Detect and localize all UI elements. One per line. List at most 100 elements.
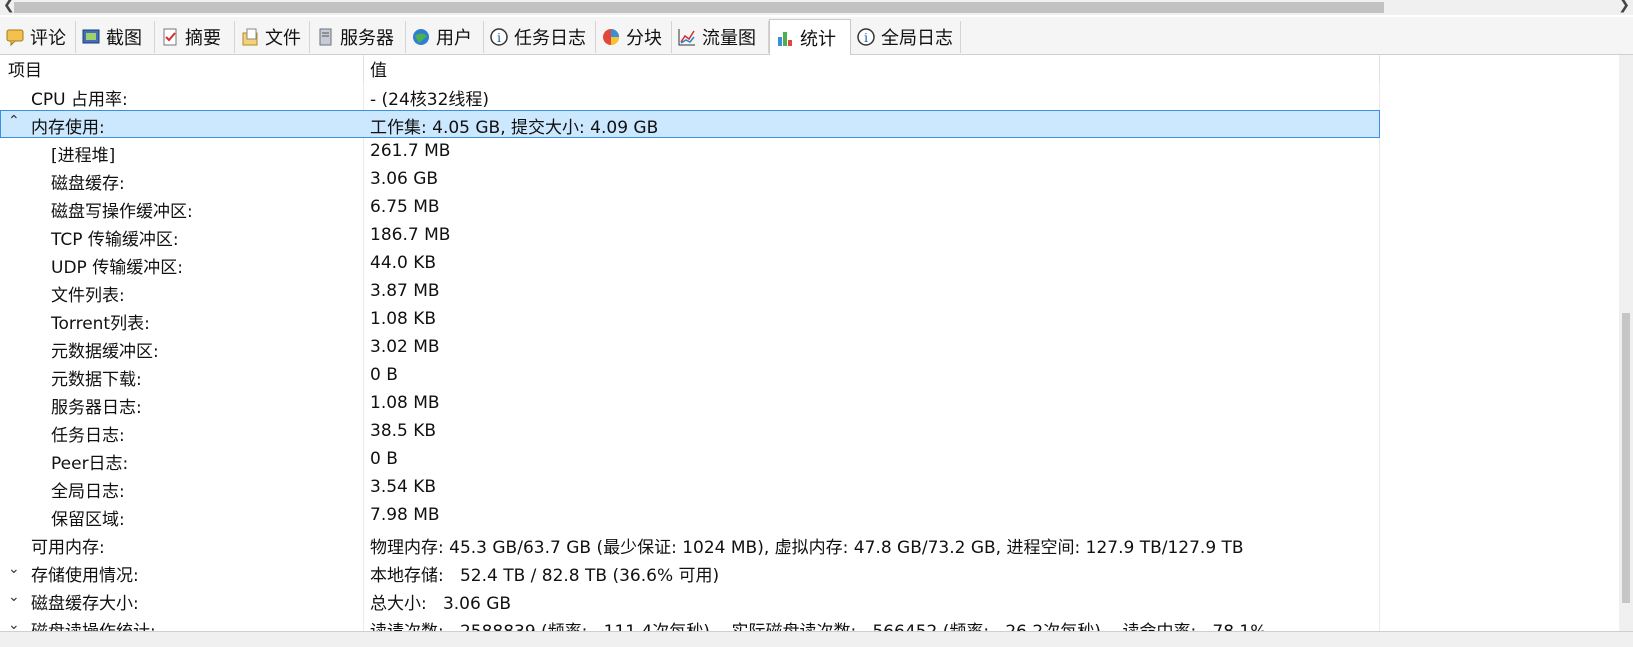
- list-item-storage[interactable]: ⌄ 存储使用情况: 本地存储: 52.4 TB / 82.8 TB (36.6%…: [0, 558, 1380, 586]
- list-item-disk-cache-size[interactable]: ⌄ 磁盘缓存大小: 总大小: 3.06 GB: [0, 586, 1380, 614]
- column-header-label: 值: [370, 61, 387, 81]
- item-key: 可用内存:: [31, 538, 105, 558]
- item-value: 工作集: 4.05 GB, 提交大小: 4.09 GB: [370, 118, 659, 138]
- item-key: 保留区域:: [51, 510, 125, 530]
- stats-icon: [774, 27, 796, 49]
- list-item[interactable]: Peer日志: 0 B: [0, 446, 1380, 474]
- tab-label: 任务日志: [514, 28, 586, 49]
- tab-comments[interactable]: 评论: [0, 21, 76, 53]
- item-value: 6.75 MB: [370, 197, 440, 217]
- list-item[interactable]: [进程堆] 261.7 MB: [0, 138, 1380, 166]
- summary-icon: [159, 26, 181, 48]
- tab-files[interactable]: 文件: [235, 21, 310, 53]
- list-item[interactable]: 保留区域: 7.98 MB: [0, 502, 1380, 530]
- list-item[interactable]: UDP 传输缓冲区: 44.0 KB: [0, 250, 1380, 278]
- tab-label: 评论: [30, 28, 66, 49]
- list-item[interactable]: 磁盘缓存: 3.06 GB: [0, 166, 1380, 194]
- list-item[interactable]: 元数据下载: 0 B: [0, 362, 1380, 390]
- info-icon: i: [855, 26, 877, 48]
- item-key: 服务器日志:: [51, 398, 142, 418]
- item-value: 38.5 KB: [370, 421, 437, 441]
- svg-text:i: i: [497, 31, 501, 45]
- scroll-left-icon[interactable]: ❮: [3, 0, 15, 13]
- tab-global-log[interactable]: i 全局日志: [851, 21, 961, 53]
- statistics-list[interactable]: 项目 值 CPU 占用率: - (24核32线程) ⌃ 内存使用: 工作集: 4…: [0, 55, 1633, 631]
- comment-icon: [4, 26, 26, 48]
- tab-label: 流量图: [702, 28, 756, 49]
- horizontal-scroll-thumb[interactable]: [14, 2, 1384, 13]
- item-key: 磁盘读操作统计:: [31, 617, 156, 631]
- server-icon: [314, 26, 336, 48]
- list-item[interactable]: 服务器日志: 1.08 MB: [0, 390, 1380, 418]
- tab-servers[interactable]: 服务器: [310, 21, 406, 53]
- item-value: 本地存储: 52.4 TB / 82.8 TB (36.6% 可用): [370, 566, 720, 586]
- column-header-item[interactable]: 项目: [0, 55, 364, 82]
- item-key: 内存使用:: [31, 118, 105, 138]
- pie-icon: [600, 26, 622, 48]
- item-key: TCP 传输缓冲区:: [51, 230, 179, 250]
- tab-summary[interactable]: 摘要: [155, 21, 235, 53]
- tab-bar: 评论 截图 摘要 文件 服务器 用户 i 任务日志 分块 流量图 统计 i 全局…: [0, 17, 1633, 55]
- item-value: 7.98 MB: [370, 505, 440, 525]
- item-key: Torrent列表:: [51, 314, 150, 334]
- item-key: 磁盘写操作缓冲区:: [51, 202, 193, 222]
- item-key: 磁盘缓存:: [51, 174, 125, 194]
- list-item[interactable]: 文件列表: 3.87 MB: [0, 278, 1380, 306]
- column-header-value[interactable]: 值: [364, 55, 1380, 82]
- item-value: 物理内存: 45.3 GB/63.7 GB (最少保证: 1024 MB), 虚…: [370, 538, 1244, 558]
- tab-statistics[interactable]: 统计: [769, 19, 851, 55]
- chart-icon: [676, 26, 698, 48]
- item-key: 全局日志:: [51, 482, 125, 502]
- vertical-scrollbar[interactable]: [1619, 55, 1633, 631]
- list-item[interactable]: 磁盘写操作缓冲区: 6.75 MB: [0, 194, 1380, 222]
- list-item-disk-read-stats[interactable]: ⌄ 磁盘读操作统计: 读请次数: 2588839 (频率: 111.4次每秒),…: [0, 614, 1380, 631]
- list-item[interactable]: 任务日志: 38.5 KB: [0, 418, 1380, 446]
- list-item[interactable]: Torrent列表: 1.08 KB: [0, 306, 1380, 334]
- item-value: 总大小: 3.06 GB: [370, 594, 512, 614]
- item-key: CPU 占用率:: [31, 90, 128, 110]
- tab-label: 统计: [800, 28, 836, 50]
- vertical-scroll-thumb[interactable]: [1622, 313, 1630, 603]
- tab-users[interactable]: 用户: [406, 21, 484, 53]
- scroll-right-icon[interactable]: ❯: [1618, 0, 1630, 13]
- tab-speed-graph[interactable]: 流量图: [672, 21, 769, 53]
- tab-label: 截图: [106, 28, 142, 49]
- list-item-memory[interactable]: ⌃ 内存使用: 工作集: 4.05 GB, 提交大小: 4.09 GB: [0, 110, 1380, 138]
- column-header-label: 项目: [8, 61, 42, 81]
- status-bar: [0, 631, 1633, 647]
- tab-task-log[interactable]: i 任务日志: [484, 21, 596, 53]
- expand-chevron-icon[interactable]: ⌄: [8, 617, 24, 631]
- item-value: 261.7 MB: [370, 141, 451, 161]
- horizontal-scrollbar[interactable]: ❮ ❯: [0, 0, 1633, 15]
- item-key: 存储使用情况:: [31, 566, 139, 586]
- tab-pieces[interactable]: 分块: [596, 21, 672, 53]
- tab-label: 分块: [626, 28, 662, 49]
- collapse-chevron-icon[interactable]: ⌃: [8, 113, 24, 129]
- item-value: 读请次数: 2588839 (频率: 111.4次每秒), 实际磁盘读次数: 5…: [370, 617, 1266, 631]
- list-item-available-memory[interactable]: 可用内存: 物理内存: 45.3 GB/63.7 GB (最少保证: 1024 …: [0, 530, 1380, 558]
- item-key: 元数据缓冲区:: [51, 342, 159, 362]
- tab-screenshots[interactable]: 截图: [76, 21, 155, 53]
- item-value: 3.06 GB: [370, 169, 439, 189]
- item-key: 元数据下载:: [51, 370, 142, 390]
- info-icon: i: [488, 26, 510, 48]
- tab-label: 全局日志: [881, 28, 953, 49]
- item-value: 1.08 MB: [370, 393, 440, 413]
- item-key: 任务日志:: [51, 426, 125, 446]
- item-value: 3.54 KB: [370, 477, 437, 497]
- item-key: 磁盘缓存大小:: [31, 594, 139, 614]
- tab-label: 服务器: [340, 28, 394, 49]
- list-item[interactable]: 全局日志: 3.54 KB: [0, 474, 1380, 502]
- item-key: [进程堆]: [51, 146, 116, 166]
- item-value: 3.87 MB: [370, 281, 440, 301]
- screenshot-icon: [80, 26, 102, 48]
- item-key: Peer日志:: [51, 454, 129, 474]
- list-item[interactable]: 元数据缓冲区: 3.02 MB: [0, 334, 1380, 362]
- expand-chevron-icon[interactable]: ⌄: [8, 589, 24, 605]
- item-key: 文件列表:: [51, 286, 125, 306]
- item-value: 186.7 MB: [370, 225, 451, 245]
- list-item[interactable]: TCP 传输缓冲区: 186.7 MB: [0, 222, 1380, 250]
- expand-chevron-icon[interactable]: ⌄: [8, 561, 24, 577]
- tab-label: 文件: [265, 28, 301, 49]
- list-item-cpu[interactable]: CPU 占用率: - (24核32线程): [0, 82, 1380, 110]
